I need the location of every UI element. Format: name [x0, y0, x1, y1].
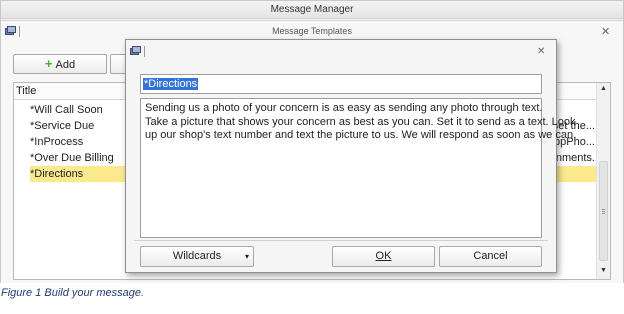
list-item-title: *Service Due [30, 120, 95, 132]
message-templates-title: Message Templates [272, 26, 352, 36]
ok-button-label: OK [375, 250, 392, 262]
window-icon[interactable] [130, 46, 141, 56]
dropdown-caret-icon: ▾ [244, 252, 249, 261]
cancel-button-label: Cancel [473, 250, 508, 262]
vertical-scrollbar[interactable]: ▲ ▼ [596, 83, 610, 279]
template-edit-dialog: ✕ *Directions Sending us a photo of your… [125, 39, 577, 273]
figure-caption: Figure 1 Build your message. [1, 287, 145, 299]
scroll-up-icon[interactable]: ▲ [600, 85, 607, 92]
close-icon[interactable]: ✕ [537, 46, 545, 58]
titlebar-divider [144, 46, 145, 57]
wildcards-dropdown[interactable]: Wildcards ▾ [140, 246, 254, 267]
list-item-preview: nments. [555, 152, 595, 164]
ok-button[interactable]: OK [332, 246, 435, 267]
message-body-line: up our shop's text number and text the p… [145, 129, 577, 141]
add-icon: + [44, 56, 53, 71]
message-body-line: Take a picture that shows your concern a… [145, 115, 576, 128]
list-item-title: *Will Call Soon [30, 104, 103, 116]
dialog-divider [134, 240, 548, 241]
titlebar-divider [19, 26, 20, 37]
list-item-title: *InProcess [30, 136, 84, 148]
window-icon[interactable] [5, 26, 16, 36]
template-name-input[interactable]: *Directions [140, 74, 542, 94]
scrollbar-thumb[interactable] [599, 161, 608, 261]
add-button[interactable]: + Add [13, 54, 107, 74]
close-icon[interactable]: ✕ [601, 26, 610, 38]
cancel-button[interactable]: Cancel [439, 246, 542, 267]
message-manager-title: Message Manager [1, 1, 623, 19]
template-name-value: *Directions [143, 78, 199, 90]
message-body-line: Sending us a photo of your concern is as… [145, 102, 543, 114]
scroll-down-icon[interactable]: ▼ [600, 267, 607, 274]
wildcards-label: Wildcards [172, 250, 222, 262]
dialog-titlebar [126, 40, 556, 62]
list-item-title: *Over Due Billing [30, 152, 114, 164]
message-body-textarea[interactable]: Sending us a photo of your concern is as… [140, 98, 577, 238]
list-item-title: *Directions [30, 168, 84, 180]
add-button-label: Add [55, 59, 76, 71]
